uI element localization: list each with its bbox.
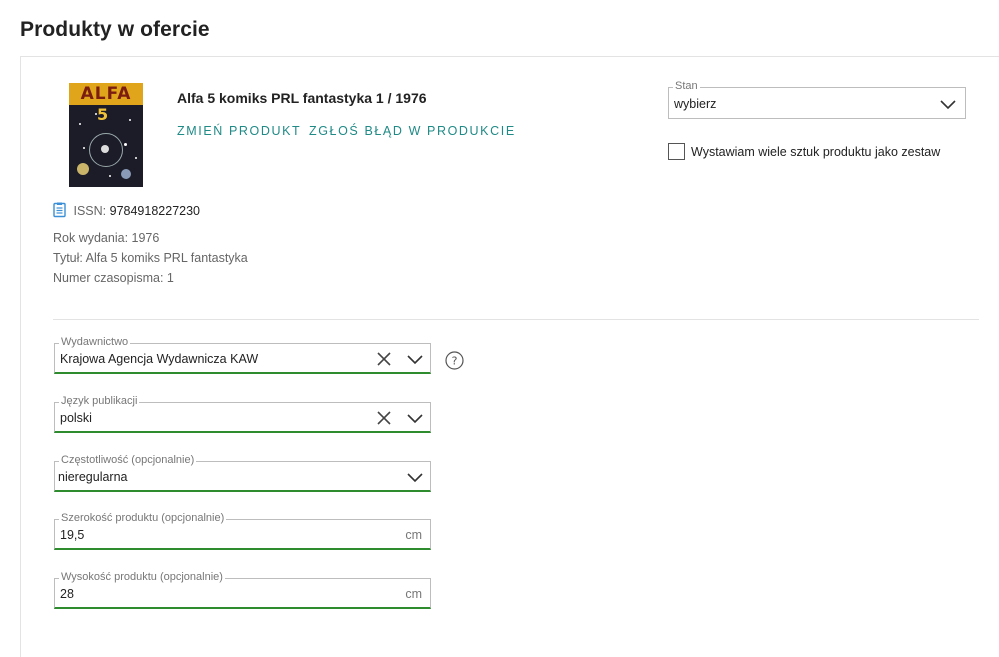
- page-title: Produkty w ofercie: [20, 18, 210, 41]
- chevron-down-icon[interactable]: [939, 95, 957, 113]
- width-unit: cm: [405, 528, 422, 542]
- change-product-link[interactable]: ZMIEŃ PRODUKT: [177, 124, 301, 138]
- condition-select[interactable]: Stan wybierz: [668, 79, 966, 119]
- height-field[interactable]: Wysokość produktu (opcjonalnie) 28 cm: [54, 570, 431, 609]
- document-icon: [53, 202, 66, 221]
- set-checkbox-label: Wystawiam wiele sztuk produktu jako zest…: [691, 145, 941, 159]
- height-unit: cm: [405, 587, 422, 601]
- width-value: 19,5: [60, 528, 85, 542]
- attribute-title: Tytuł: Alfa 5 komiks PRL fantastyka: [53, 251, 248, 265]
- width-field[interactable]: Szerokość produktu (opcjonalnie) 19,5 cm: [54, 511, 431, 550]
- chevron-down-icon[interactable]: [406, 409, 424, 427]
- attribute-issue-number: Numer czasopisma: 1: [53, 271, 174, 285]
- issn-row: ISSN: 9784918227230: [53, 202, 200, 221]
- issn-value: 9784918227230: [109, 204, 200, 218]
- report-error-link[interactable]: ZGŁOŚ BŁĄD W PRODUKCIE: [309, 124, 516, 138]
- publisher-label: Wydawnictwo: [59, 335, 131, 349]
- product-name: Alfa 5 komiks PRL fantastyka 1 / 1976: [177, 90, 427, 106]
- close-icon[interactable]: [375, 409, 393, 427]
- language-field[interactable]: Język publikacji polski: [54, 394, 431, 433]
- section-divider: [53, 319, 979, 320]
- publisher-field[interactable]: Wydawnictwo Krajowa Agencja Wydawnicza K…: [54, 335, 431, 374]
- attribute-year: Rok wydania: 1976: [53, 231, 160, 245]
- help-icon[interactable]: ?: [445, 351, 464, 370]
- language-label: Język publikacji: [59, 394, 140, 408]
- frequency-field[interactable]: Częstotliwość (opcjonalnie) nieregularna: [54, 453, 431, 492]
- language-value: polski: [60, 411, 92, 425]
- chevron-down-icon[interactable]: [406, 468, 424, 486]
- cover-logo: ALFA: [69, 83, 143, 105]
- condition-label: Stan: [673, 79, 700, 93]
- svg-text:?: ?: [452, 355, 458, 368]
- height-label: Wysokość produktu (opcjonalnie): [59, 570, 225, 584]
- frequency-label: Częstotliwość (opcjonalnie): [59, 453, 197, 467]
- product-cover-image: ALFA 5: [69, 83, 143, 187]
- width-label: Szerokość produktu (opcjonalnie): [59, 511, 227, 525]
- set-checkbox[interactable]: [668, 143, 685, 160]
- issn-label: ISSN:: [73, 204, 107, 218]
- height-value: 28: [60, 587, 74, 601]
- condition-value: wybierz: [674, 97, 717, 111]
- chevron-down-icon[interactable]: [406, 350, 424, 368]
- publisher-value: Krajowa Agencja Wydawnicza KAW: [60, 352, 259, 366]
- cover-number: 5: [97, 105, 109, 124]
- frequency-value: nieregularna: [58, 470, 128, 484]
- close-icon[interactable]: [375, 350, 393, 368]
